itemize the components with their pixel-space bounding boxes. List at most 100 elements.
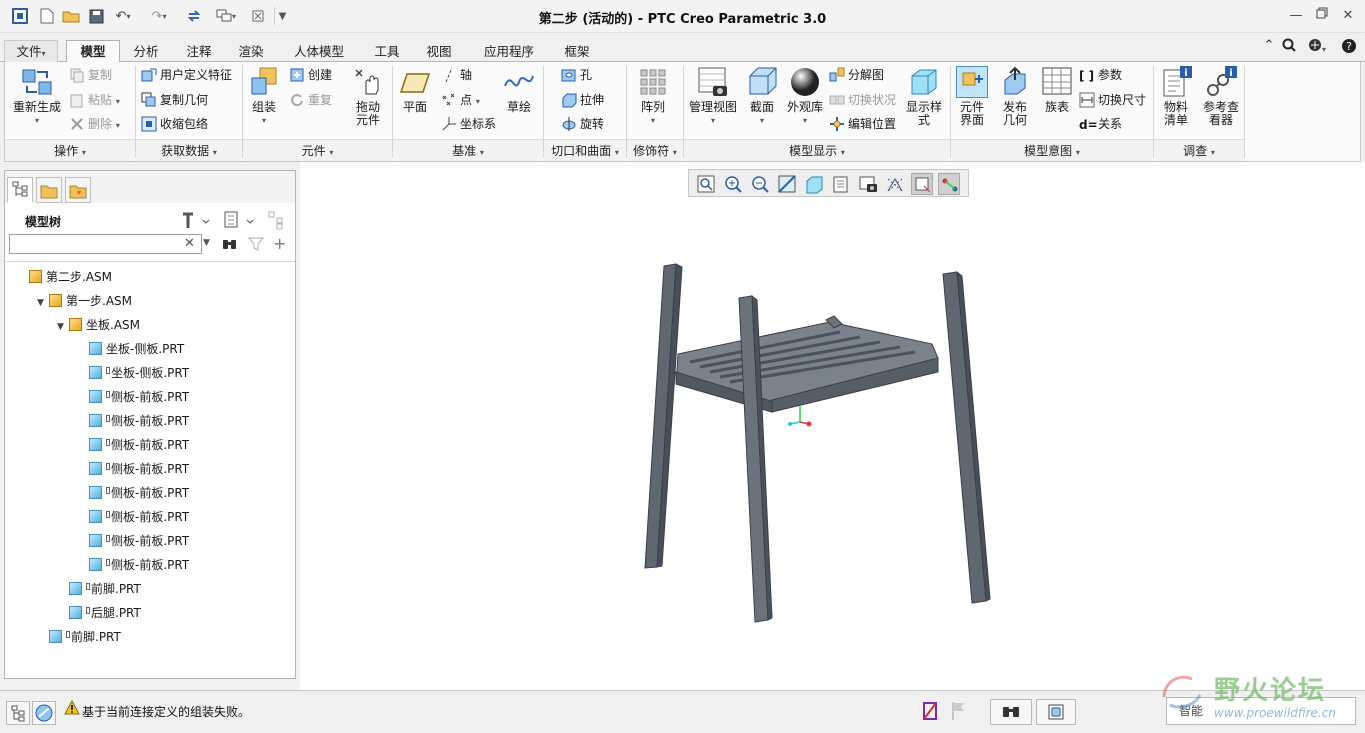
relations-button[interactable]: d=关系 xyxy=(1079,115,1122,133)
refit-icon[interactable] xyxy=(695,173,717,195)
favorites-tab-icon[interactable]: * xyxy=(65,177,91,203)
tree-node[interactable]: 侧板-前板.PRT xyxy=(77,531,189,551)
close-icon[interactable]: ✕ xyxy=(1337,7,1359,25)
csys-button[interactable]: 坐标系 xyxy=(441,115,496,133)
revolve-button[interactable]: 旋转 xyxy=(561,115,604,133)
view-manager-icon[interactable] xyxy=(857,173,879,195)
group-get-data[interactable]: 获取数据 ▾ xyxy=(136,139,242,161)
minimize-icon[interactable]: — xyxy=(1285,7,1307,25)
find-button[interactable] xyxy=(990,699,1032,725)
restore-icon[interactable] xyxy=(1311,7,1333,25)
tab-applications[interactable]: 应用程序 xyxy=(470,40,548,62)
edit-position-button[interactable]: 编辑位置 xyxy=(829,115,896,133)
search-icon[interactable] xyxy=(1280,38,1298,54)
family-table-button[interactable]: 族表 xyxy=(1039,66,1075,114)
perspective-view-icon[interactable] xyxy=(884,173,906,195)
tree-settings-icon[interactable] xyxy=(179,210,217,230)
publish-geometry-button[interactable]: 发布 几何 xyxy=(995,66,1035,127)
plane-button[interactable]: 平面 xyxy=(395,66,435,114)
shrinkwrap-button[interactable]: 收缩包络 xyxy=(141,115,208,133)
toggle-browser-icon[interactable] xyxy=(32,701,56,725)
tab-render[interactable]: 渲染 xyxy=(228,40,274,62)
datum-display-icon[interactable] xyxy=(938,173,960,195)
assemble-button[interactable]: 组装 ▾ xyxy=(245,66,283,127)
expand-toggle-icon[interactable]: ▼ xyxy=(57,317,69,337)
toggle-navigator-icon[interactable] xyxy=(6,701,30,725)
group-investigate[interactable]: 调查 ▾ xyxy=(1154,139,1244,161)
tab-annotate[interactable]: 注释 xyxy=(176,40,222,62)
tab-framework[interactable]: 框架 xyxy=(554,40,600,62)
group-model-intent[interactable]: 模型意图 ▾ xyxy=(951,139,1153,161)
axis-button[interactable]: 轴 xyxy=(441,66,472,84)
group-modifiers[interactable]: 修饰符 ▾ xyxy=(627,139,683,161)
zoom-in-icon[interactable] xyxy=(722,173,744,195)
group-datum[interactable]: 基准 ▾ xyxy=(393,139,543,161)
minimize-ribbon-icon[interactable]: ⌃ xyxy=(1260,38,1278,54)
copy-geometry-button[interactable]: 复制几何 xyxy=(141,91,208,109)
user-defined-feature-button[interactable]: 用户定义特征 xyxy=(141,66,232,84)
tab-analysis[interactable]: 分析 xyxy=(124,40,168,62)
add-column-icon[interactable]: + xyxy=(273,234,286,253)
tab-view[interactable]: 视图 xyxy=(416,40,462,62)
reference-viewer-button[interactable]: i 参考查 看器 xyxy=(1197,66,1245,127)
chair-model[interactable] xyxy=(300,162,1365,690)
tree-columns-icon[interactable] xyxy=(267,210,291,230)
regenerate-button[interactable]: 重新生成 ▾ xyxy=(9,66,65,127)
pattern-button[interactable]: 阵列 ▾ xyxy=(633,66,673,127)
delete-button[interactable]: 删除 ▾ xyxy=(69,115,120,133)
tree-node[interactable]: ▼ 坐板.ASM xyxy=(57,315,140,335)
annotation-display-icon[interactable] xyxy=(911,173,933,195)
bill-of-materials-button[interactable]: i 物料 清单 xyxy=(1157,66,1195,127)
extrude-button[interactable]: 拉伸 xyxy=(561,91,604,109)
create-button[interactable]: 创建 xyxy=(289,66,332,84)
flag-icon[interactable] xyxy=(950,700,968,722)
regeneration-status-icon[interactable] xyxy=(920,699,940,725)
zoom-out-icon[interactable] xyxy=(749,173,771,195)
folder-browser-tab-icon[interactable] xyxy=(36,177,62,203)
tree-node[interactable]: 侧板-前板.PRT xyxy=(77,507,189,527)
find-icon[interactable] xyxy=(221,235,239,253)
drag-components-button[interactable]: 拖动 元件 xyxy=(347,66,389,127)
manage-views-button[interactable]: 管理视图 ▾ xyxy=(687,66,739,127)
tree-node[interactable]: 后腿.PRT xyxy=(57,603,141,623)
display-style-button[interactable]: 显示样 式 xyxy=(903,66,945,127)
tree-node[interactable]: 坐板-侧板.PRT xyxy=(77,363,189,383)
tree-node[interactable]: 侧板-前板.PRT xyxy=(77,459,189,479)
saved-orientations-icon[interactable] xyxy=(830,173,852,195)
filter-icon[interactable] xyxy=(247,235,265,253)
exploded-view-button[interactable]: 分解图 xyxy=(829,66,884,84)
clear-search-icon[interactable]: ✕ xyxy=(184,236,195,251)
model-tree-search-input[interactable] xyxy=(9,234,202,254)
tree-node[interactable]: 前脚.PRT xyxy=(57,579,141,599)
help-icon[interactable]: ? xyxy=(1340,38,1358,54)
sketch-button[interactable]: 草绘 xyxy=(503,66,535,114)
appearance-gallery-button[interactable]: 外观库 ▾ xyxy=(783,66,827,127)
group-operations[interactable]: 操作 ▾ xyxy=(5,139,135,161)
tab-model[interactable]: 模型 xyxy=(66,40,120,63)
switch-dimensions-button[interactable]: 切换尺寸 xyxy=(1079,91,1146,109)
repaint-icon[interactable] xyxy=(776,173,798,195)
tab-file[interactable]: 文件▾ xyxy=(4,40,58,62)
tab-tools[interactable]: 工具 xyxy=(364,40,410,62)
repeat-button[interactable]: 重复 xyxy=(289,91,332,109)
learning-connector-icon[interactable]: ▾ xyxy=(1302,38,1332,54)
show-menu-icon[interactable] xyxy=(223,210,261,230)
toggle-status-button[interactable]: 切换状况 xyxy=(829,91,896,109)
tree-node[interactable]: 侧板-前板.PRT xyxy=(77,435,189,455)
tree-node[interactable]: 侧板-前板.PRT xyxy=(77,483,189,503)
search-history-dropdown-icon[interactable]: ▼ xyxy=(203,238,210,248)
graphics-window[interactable] xyxy=(300,162,1365,690)
display-style-icon[interactable] xyxy=(803,173,825,195)
tab-manikin[interactable]: 人体模型 xyxy=(280,40,358,62)
model-tree-tab-icon[interactable] xyxy=(7,177,33,203)
hole-button[interactable]: 孔 xyxy=(561,66,592,84)
tree-node[interactable]: 侧板-前板.PRT xyxy=(77,411,189,431)
group-cuts-surfaces[interactable]: 切口和曲面 ▾ xyxy=(544,139,626,161)
group-component[interactable]: 元件 ▾ xyxy=(243,139,392,161)
tree-node[interactable]: ▼ 第一步.ASM xyxy=(37,291,132,311)
tree-node[interactable]: 侧板-前板.PRT xyxy=(77,387,189,407)
tree-node[interactable]: 第二步.ASM xyxy=(17,267,112,287)
tree-node[interactable]: 坐板-侧板.PRT xyxy=(77,339,184,359)
expand-toggle-icon[interactable]: ▼ xyxy=(37,293,49,313)
tree-node[interactable]: 前脚.PRT xyxy=(37,627,121,647)
